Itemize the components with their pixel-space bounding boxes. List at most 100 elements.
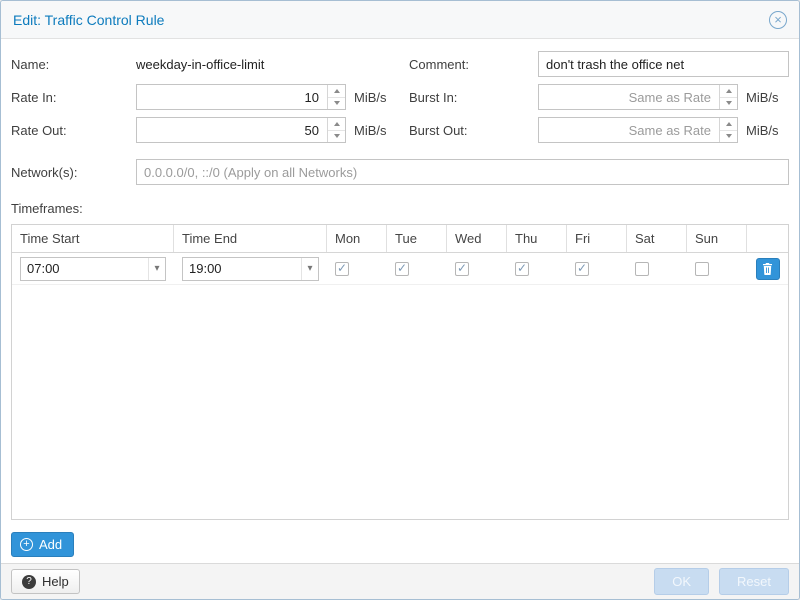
timeframes-label: Timeframes: — [11, 201, 789, 216]
comment-row: Comment: — [409, 51, 789, 77]
form-columns: Name: weekday-in-office-limit Rate In: M… — [11, 51, 789, 150]
burst-in-spinner[interactable] — [719, 85, 737, 109]
comment-label: Comment: — [409, 57, 538, 72]
column-header-sat: Sat — [627, 225, 687, 252]
rate-in-field — [136, 84, 346, 110]
column-header-tue: Tue — [387, 225, 447, 252]
time-end-input[interactable] — [183, 258, 301, 280]
rate-out-unit: MiB/s — [354, 123, 387, 138]
dialog-title: Edit: Traffic Control Rule — [13, 12, 164, 28]
column-header-actions — [747, 225, 788, 252]
wed-cell — [447, 262, 507, 276]
column-header-fri: Fri — [567, 225, 627, 252]
rate-in-row: Rate In: MiB/s — [11, 84, 409, 110]
delete-row-button[interactable] — [756, 258, 780, 280]
dialog-footer: ? Help OK Reset — [1, 563, 799, 599]
chevron-down-icon[interactable]: ▾ — [148, 258, 165, 280]
thu-cell — [507, 262, 567, 276]
grid-header-row: Time Start Time End Mon Tue Wed Thu Fri … — [12, 225, 788, 253]
burst-in-field — [538, 84, 738, 110]
networks-field — [136, 159, 789, 185]
comment-input[interactable] — [538, 51, 789, 77]
ok-button[interactable]: OK — [654, 568, 709, 595]
burst-in-unit: MiB/s — [746, 90, 779, 105]
spinner-up-icon[interactable] — [328, 118, 345, 130]
close-icon[interactable]: × — [769, 11, 787, 29]
rate-in-label: Rate In: — [11, 90, 136, 105]
question-circle-icon: ? — [22, 575, 36, 589]
timeframes-grid: Time Start Time End Mon Tue Wed Thu Fri … — [11, 224, 789, 520]
column-header-time-start: Time Start — [12, 225, 174, 252]
time-start-combo[interactable]: ▾ — [20, 257, 166, 281]
sat-cell — [627, 262, 687, 276]
burst-out-input[interactable] — [538, 117, 738, 143]
rate-out-field — [136, 117, 346, 143]
time-start-input[interactable] — [21, 258, 148, 280]
column-header-wed: Wed — [447, 225, 507, 252]
checkbox-fri[interactable] — [575, 262, 589, 276]
spinner-down-icon[interactable] — [328, 97, 345, 110]
rate-out-row: Rate Out: MiB/s — [11, 117, 409, 143]
checkbox-mon[interactable] — [335, 262, 349, 276]
timeframe-row: ▾ ▾ — [12, 253, 788, 285]
dialog-body: Name: weekday-in-office-limit Rate In: M… — [1, 39, 799, 563]
comment-field — [538, 51, 789, 77]
column-header-mon: Mon — [327, 225, 387, 252]
checkbox-wed[interactable] — [455, 262, 469, 276]
time-end-combo[interactable]: ▾ — [182, 257, 319, 281]
rate-in-input[interactable] — [136, 84, 346, 110]
chevron-down-icon[interactable]: ▾ — [301, 258, 318, 280]
burst-out-unit: MiB/s — [746, 123, 779, 138]
column-header-sun: Sun — [687, 225, 747, 252]
column-header-thu: Thu — [507, 225, 567, 252]
checkbox-sat[interactable] — [635, 262, 649, 276]
spinner-down-icon[interactable] — [720, 130, 737, 143]
spinner-up-icon[interactable] — [720, 118, 737, 130]
grid-empty-area — [12, 285, 788, 519]
burst-out-field — [538, 117, 738, 143]
time-end-cell: ▾ — [174, 257, 327, 281]
help-button-label: Help — [42, 574, 69, 589]
spinner-down-icon[interactable] — [720, 97, 737, 110]
burst-out-label: Burst Out: — [409, 123, 538, 138]
traffic-control-rule-dialog: Edit: Traffic Control Rule × Name: weekd… — [0, 0, 800, 600]
rate-out-input[interactable] — [136, 117, 346, 143]
column-header-time-end: Time End — [174, 225, 327, 252]
rate-out-spinner[interactable] — [327, 118, 345, 142]
add-timeframe-button[interactable]: + Add — [11, 532, 74, 557]
mon-cell — [327, 262, 387, 276]
name-label: Name: — [11, 57, 136, 72]
rate-in-spinner[interactable] — [327, 85, 345, 109]
spinner-up-icon[interactable] — [720, 85, 737, 97]
spinner-up-icon[interactable] — [328, 85, 345, 97]
rate-in-unit: MiB/s — [354, 90, 387, 105]
name-value: weekday-in-office-limit — [136, 57, 264, 72]
checkbox-thu[interactable] — [515, 262, 529, 276]
spinner-down-icon[interactable] — [328, 130, 345, 143]
burst-in-row: Burst In: MiB/s — [409, 84, 789, 110]
form-column-right: Comment: Burst In: MiB/s — [409, 51, 789, 150]
plus-circle-icon: + — [20, 538, 33, 551]
name-row: Name: weekday-in-office-limit — [11, 51, 409, 77]
networks-label: Network(s): — [11, 165, 136, 180]
burst-in-input[interactable] — [538, 84, 738, 110]
sun-cell — [687, 262, 747, 276]
reset-button[interactable]: Reset — [719, 568, 789, 595]
checkbox-sun[interactable] — [695, 262, 709, 276]
rate-out-label: Rate Out: — [11, 123, 136, 138]
fri-cell — [567, 262, 627, 276]
add-button-label: Add — [39, 537, 62, 552]
time-start-cell: ▾ — [12, 257, 174, 281]
burst-out-spinner[interactable] — [719, 118, 737, 142]
form-column-left: Name: weekday-in-office-limit Rate In: M… — [11, 51, 409, 150]
tue-cell — [387, 262, 447, 276]
actions-cell — [747, 258, 788, 280]
burst-out-row: Burst Out: MiB/s — [409, 117, 789, 143]
burst-in-label: Burst In: — [409, 90, 538, 105]
checkbox-tue[interactable] — [395, 262, 409, 276]
networks-row: Network(s): — [11, 159, 789, 185]
networks-input[interactable] — [136, 159, 789, 185]
dialog-titlebar: Edit: Traffic Control Rule × — [1, 1, 799, 39]
trash-icon — [762, 263, 773, 275]
help-button[interactable]: ? Help — [11, 569, 80, 594]
